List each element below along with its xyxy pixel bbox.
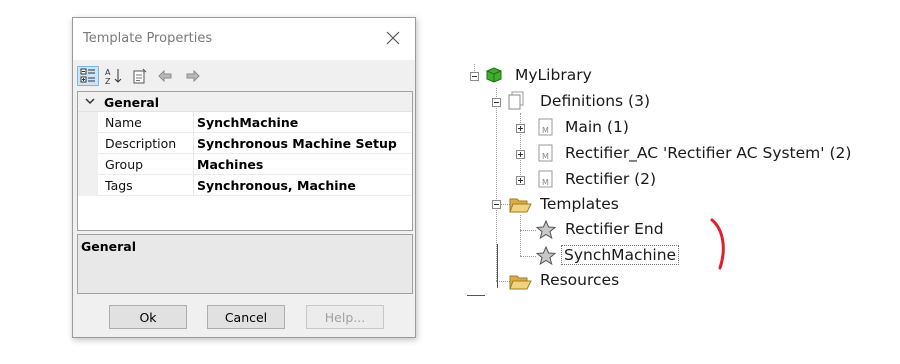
open-folder-icon: [509, 275, 532, 290]
expand-toggle[interactable]: [516, 124, 525, 133]
tree-node-templates[interactable]: Templates: [540, 195, 619, 213]
open-folder-icon: [509, 198, 532, 213]
module-icon: M: [538, 118, 553, 136]
svg-text:M: M: [542, 152, 549, 161]
library-icon: [486, 67, 502, 83]
svg-text:M: M: [542, 178, 549, 187]
tree-connector: [520, 230, 536, 231]
tree-node-template-item[interactable]: Rectifier End: [565, 220, 664, 238]
collapse-toggle[interactable]: [492, 200, 501, 209]
module-icon: M: [538, 144, 553, 162]
expand-toggle[interactable]: [516, 150, 525, 159]
tree-node-resources[interactable]: Resources: [540, 271, 619, 289]
tree-connector: [496, 281, 510, 282]
tree-node-template-item-selected[interactable]: SynchMachine: [561, 245, 680, 265]
collapse-toggle[interactable]: [492, 98, 501, 107]
document-stack-icon: [508, 91, 524, 110]
tree-node-root[interactable]: MyLibrary: [515, 66, 592, 84]
annotation-bracket-mark: [710, 218, 725, 270]
collapse-toggle[interactable]: [470, 72, 479, 81]
expand-toggle[interactable]: [516, 176, 525, 185]
tree-connector: [520, 256, 536, 257]
tree-node-definition-item[interactable]: Rectifier_AC 'Rectifier AC System' (2): [565, 144, 851, 162]
tree-connector: [520, 215, 521, 256]
star-icon: [536, 246, 556, 266]
tree-node-definition-item[interactable]: Rectifier (2): [565, 170, 656, 188]
tree-node-definitions[interactable]: Definitions (3): [540, 92, 650, 110]
tree-connector: [467, 295, 485, 296]
star-icon: [536, 220, 556, 240]
tree-node-definition-item[interactable]: Main (1): [565, 118, 629, 136]
tree-connector: [497, 244, 498, 288]
module-icon: M: [538, 170, 553, 188]
library-tree: MyLibrary Definitions (3) M Main (1) M R…: [0, 0, 900, 364]
svg-text:M: M: [542, 126, 549, 135]
